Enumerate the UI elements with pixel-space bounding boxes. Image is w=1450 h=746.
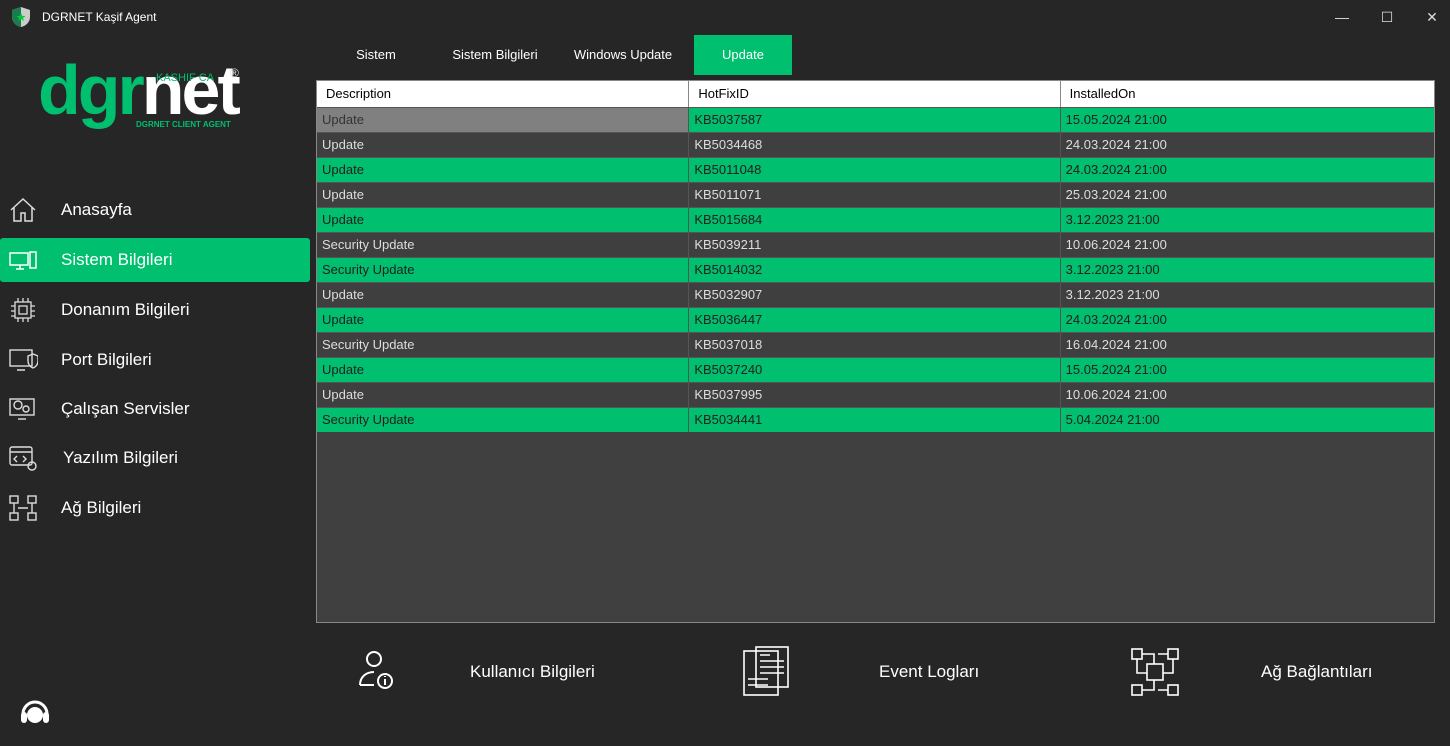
shield-monitor-icon — [9, 349, 38, 371]
description-cell[interactable]: Security Update — [317, 408, 690, 432]
hotfixid-cell[interactable]: KB5032907 — [689, 283, 1061, 307]
table-row[interactable]: Update KB5037995 10.06.2024 21:00 — [317, 382, 1434, 407]
sidebar-item-donanim-bilgileri[interactable]: Donanım Bilgileri — [0, 288, 310, 332]
close-button[interactable]: ✕ — [1409, 4, 1450, 30]
sidebar-item-port-bilgileri[interactable]: Port Bilgileri — [0, 338, 310, 382]
support-headset-icon[interactable] — [18, 696, 52, 730]
gear-monitor-icon — [9, 398, 35, 420]
table-row[interactable]: Update KB5011071 25.03.2024 21:00 — [317, 182, 1434, 207]
network-icon — [9, 495, 37, 521]
installedon-cell[interactable]: 10.06.2024 21:00 — [1061, 383, 1434, 407]
hotfixid-cell[interactable]: KB5034441 — [689, 408, 1061, 432]
hotfixid-cell[interactable]: KB5036447 — [689, 308, 1061, 332]
table-row[interactable]: Update KB5015684 3.12.2023 21:00 — [317, 207, 1434, 232]
hotfixid-cell[interactable]: KB5037240 — [689, 358, 1061, 382]
description-cell[interactable]: Security Update — [317, 233, 690, 257]
log-document-icon[interactable] — [740, 645, 794, 699]
description-cell[interactable]: Update — [317, 158, 690, 182]
description-cell[interactable]: Update — [317, 133, 690, 157]
description-cell[interactable]: Security Update — [317, 258, 690, 282]
installedon-cell[interactable]: 10.06.2024 21:00 — [1061, 233, 1434, 257]
sidebar-item-yazilim-bilgileri[interactable]: Yazılım Bilgileri — [0, 436, 310, 480]
column-header-hotfixid[interactable]: HotFixID — [689, 81, 1061, 107]
hotfixid-cell[interactable]: KB5037995 — [689, 383, 1061, 407]
installedon-cell[interactable]: 3.12.2023 21:00 — [1061, 208, 1434, 232]
column-header-description[interactable]: Description — [317, 81, 690, 107]
sidebar-item-anasayfa[interactable]: Anasayfa — [0, 188, 310, 232]
hotfixid-cell[interactable]: KB5011048 — [689, 158, 1061, 182]
network-connections-label[interactable]: Ağ Bağlantıları — [1261, 662, 1373, 682]
table-row[interactable]: Security Update KB5039211 10.06.2024 21:00 — [317, 232, 1434, 257]
tab-sistem[interactable]: Sistem — [316, 35, 436, 75]
installedon-cell[interactable]: 15.05.2024 21:00 — [1061, 108, 1434, 132]
maximize-button[interactable]: ☐ — [1364, 4, 1410, 30]
user-info-label[interactable]: Kullanıcı Bilgileri — [470, 662, 595, 682]
description-cell[interactable]: Update — [317, 308, 690, 332]
installedon-cell[interactable]: 3.12.2023 21:00 — [1061, 258, 1434, 282]
installedon-cell[interactable]: 16.04.2024 21:00 — [1061, 333, 1434, 357]
code-window-icon — [9, 446, 37, 471]
installedon-cell[interactable]: 25.03.2024 21:00 — [1061, 183, 1434, 207]
network-connections-icon[interactable] — [1128, 645, 1182, 699]
table-row[interactable]: Security Update KB5014032 3.12.2023 21:00 — [317, 257, 1434, 282]
tab-update[interactable]: Update — [694, 35, 792, 75]
hotfixid-cell[interactable]: KB5037018 — [689, 333, 1061, 357]
sidebar-item-calisan-servisler[interactable]: Çalışan Servisler — [0, 387, 310, 431]
installedon-cell[interactable]: 5.04.2024 21:00 — [1061, 408, 1434, 432]
hotfixid-cell[interactable]: KB5037587 — [689, 108, 1061, 132]
hotfixid-cell[interactable]: KB5039211 — [689, 233, 1061, 257]
description-cell[interactable]: Update — [317, 283, 690, 307]
dgrnet-logo: dgrnet KASHIF CA ® DGRNET CLIENT AGENT — [38, 51, 241, 129]
table-row[interactable]: Update KB5037240 15.05.2024 21:00 — [317, 357, 1434, 382]
description-cell[interactable]: Update — [317, 108, 690, 132]
table-row[interactable]: Update KB5037587 15.05.2024 21:00 — [317, 107, 1434, 132]
sidebar-item-ag-bilgileri[interactable]: Ağ Bilgileri — [0, 486, 310, 530]
installedon-cell[interactable]: 24.03.2024 21:00 — [1061, 308, 1434, 332]
description-cell[interactable]: Update — [317, 183, 690, 207]
title-bar: DGRNET Kaşif Agent — ☐ ✕ — [0, 0, 1450, 34]
event-logs-label[interactable]: Event Logları — [879, 662, 979, 682]
installedon-cell[interactable]: 24.03.2024 21:00 — [1061, 133, 1434, 157]
chip-icon — [11, 298, 35, 322]
hotfixid-cell[interactable]: KB5015684 — [689, 208, 1061, 232]
tab-sistem-bilgileri[interactable]: Sistem Bilgileri — [436, 35, 554, 75]
table-row[interactable]: Update KB5032907 3.12.2023 21:00 — [317, 282, 1434, 307]
installedon-cell[interactable]: 24.03.2024 21:00 — [1061, 158, 1434, 182]
table-row[interactable]: Security Update KB5034441 5.04.2024 21:00 — [317, 407, 1434, 432]
updates-table[interactable]: Description HotFixID InstalledOn Update K… — [316, 80, 1435, 623]
window-title: DGRNET Kaşif Agent — [42, 10, 157, 24]
installedon-cell[interactable]: 15.05.2024 21:00 — [1061, 358, 1434, 382]
description-cell[interactable]: Update — [317, 208, 690, 232]
hotfixid-cell[interactable]: KB5034468 — [689, 133, 1061, 157]
table-row[interactable]: Security Update KB5037018 16.04.2024 21:00 — [317, 332, 1434, 357]
description-cell[interactable]: Update — [317, 383, 690, 407]
minimize-button[interactable]: — — [1319, 4, 1365, 30]
tab-windows-update[interactable]: Windows Update — [554, 35, 692, 75]
table-header: Description HotFixID InstalledOn — [317, 81, 1434, 107]
description-cell[interactable]: Update — [317, 358, 690, 382]
table-row[interactable]: Update KB5034468 24.03.2024 21:00 — [317, 132, 1434, 157]
hotfixid-cell[interactable]: KB5011071 — [689, 183, 1061, 207]
home-icon — [10, 197, 36, 222]
table-row[interactable]: Update KB5036447 24.03.2024 21:00 — [317, 307, 1434, 332]
hotfixid-cell[interactable]: KB5014032 — [689, 258, 1061, 282]
user-info-icon[interactable] — [350, 645, 404, 699]
app-shield-icon — [12, 7, 30, 27]
sidebar-item-sistem-bilgileri[interactable]: Sistem Bilgileri — [0, 238, 310, 282]
table-row[interactable]: Update KB5011048 24.03.2024 21:00 — [317, 157, 1434, 182]
installedon-cell[interactable]: 3.12.2023 21:00 — [1061, 283, 1434, 307]
description-cell[interactable]: Security Update — [317, 333, 690, 357]
column-header-installedon[interactable]: InstalledOn — [1061, 81, 1434, 107]
monitor-icon — [9, 251, 37, 270]
